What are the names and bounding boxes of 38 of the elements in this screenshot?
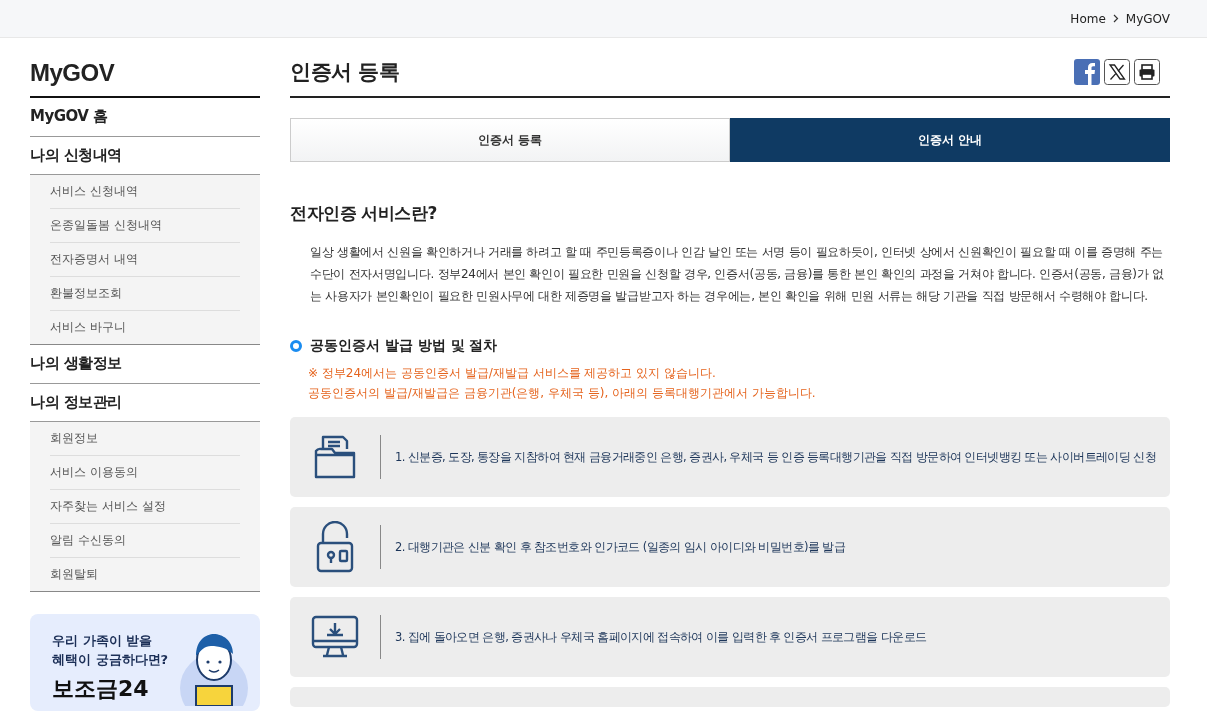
breadcrumb-link[interactable]: MyGOV xyxy=(1125,11,1170,26)
sidebar-menu-item[interactable]: MyGOV 홈 xyxy=(30,98,260,137)
banner-title: 보조금24 xyxy=(52,675,150,704)
monitor-download-icon xyxy=(311,615,359,659)
submenu-item[interactable]: 온종일돌봄 신청내역 xyxy=(50,209,240,244)
x-logo-icon[interactable] xyxy=(1104,59,1130,85)
notice-text: 공동인증서의 발급/재발급은 금융기관(은행, 우체국 등), 아래의 등록대행기관에서 가능합니다. xyxy=(308,385,817,402)
chevron-right-icon xyxy=(1112,14,1119,23)
bullet-circle-icon xyxy=(290,340,302,352)
step-text: 2. 대행기관은 신분 확인 후 참조번호와 인가코드 (일종의 임시 아이디와 비밀번호)를 발급 xyxy=(395,539,846,555)
banner-text: 우리 가족이 받을 xyxy=(52,632,154,651)
notice-text: ※ 정부24에서는 공동인증서 발급/재발급 서비스를 제공하고 있지 않습니다. xyxy=(308,365,717,382)
submenu-item[interactable]: 환불정보조회 xyxy=(50,277,240,312)
tab[interactable]: 인증서 안내 xyxy=(730,118,1170,162)
submenu-item[interactable]: 자주찾는 서비스 설정 xyxy=(50,490,240,525)
sidebar-menu-item[interactable]: 나의 생활정보 xyxy=(30,345,260,384)
submenu-item[interactable]: 알림 수신동의 xyxy=(50,524,240,559)
page-title: 인증서 등록 xyxy=(290,59,400,86)
sidebar-title: MyGOV xyxy=(30,38,260,98)
submenu-item[interactable]: 서비스 이용동의 xyxy=(50,456,240,491)
submenu-item[interactable]: 회원탈퇴 xyxy=(50,558,240,592)
submenu-item[interactable]: 서비스 바구니 xyxy=(50,311,240,345)
step-text: 3. 집에 돌아오면 은행, 증권사나 우체국 홈페이지에 접속하여 이를 입력한 후 인증서 프로그램을 다운로드 xyxy=(395,629,927,645)
step-text: 1. 신분증, 도장, 통장을 지참하여 현재 금융거래중인 은행, 증권사, 우체국 등 인증 등록대행기관을 직접 방문하여 인터넷뱅킹 또는 사이버트레이딩 신청 xyxy=(395,449,1156,465)
promo-banner[interactable]: 우리 가족이 받을 혜택이 궁금하다면? 보조금24 xyxy=(30,614,260,711)
intro-paragraph: 일상 생활에서 신원을 확인하거나 거래를 하려고 할 때 주민등록증이나 인감 날인 또는 서명 등이 필요하듯이, 인터넷 상에서 신원확인이 필요할 때 이를 증명해 주는 수단이 전자서명입니다. 정부24에서 본인 확인이 필요한 민원을 신청할 경우, 인증서(공동, 금융)를 통한 본인 확인의 과정을 거쳐야 합니다. 인증서(공동, 금융)가 없는 사용자가 본인확인이 필요한 민원사무에 대한 제증명을 발급받고자 하는 경우에는, 본인 확인을 위해 민원 서류는 해당 기관을 직접 방문해서 수령해야 합니다. xyxy=(310,244,1165,305)
padlock-icon xyxy=(315,521,355,573)
banner-text: 혜택이 궁금하다면? xyxy=(52,651,169,670)
section-heading: 전자인증 서비스란? xyxy=(290,202,438,225)
subsection-heading: 공동인증서 발급 방법 및 절차 xyxy=(310,337,498,355)
tab[interactable]: 인증서 등록 xyxy=(290,118,730,162)
folder-document-icon xyxy=(313,433,357,481)
submenu-item[interactable]: 전자증명서 내역 xyxy=(50,243,240,278)
submenu-item[interactable]: 회원정보 xyxy=(50,422,240,457)
facebook-icon[interactable] xyxy=(1074,59,1100,85)
breadcrumb-link[interactable]: Home xyxy=(1070,11,1106,26)
print-icon[interactable] xyxy=(1134,59,1160,85)
submenu-item[interactable]: 서비스 신청내역 xyxy=(50,175,240,210)
